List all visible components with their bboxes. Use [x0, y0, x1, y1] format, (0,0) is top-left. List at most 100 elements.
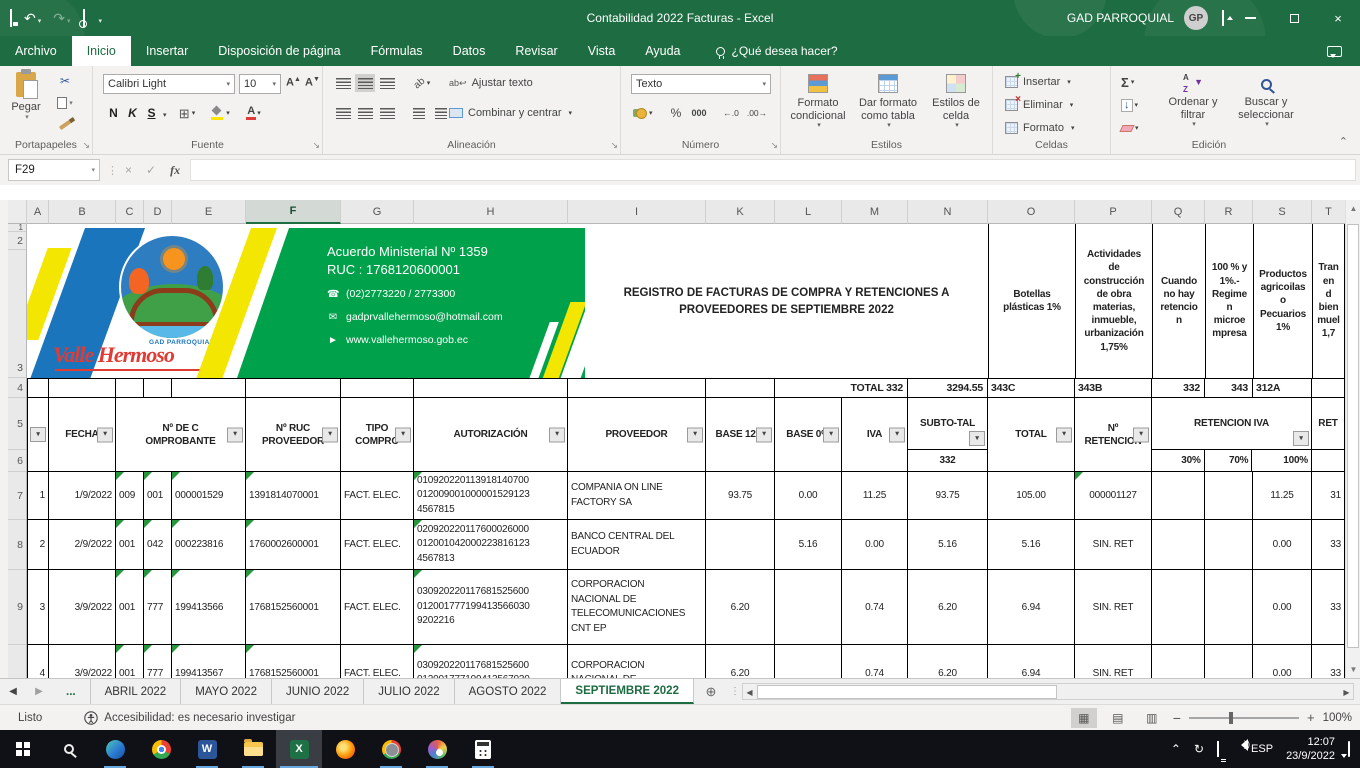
header-proveedor[interactable]: PROVEEDOR [568, 398, 706, 472]
cell-base12[interactable]: 6.20 [706, 645, 775, 678]
close-button[interactable]: × [1316, 0, 1360, 36]
header-num-retencion[interactable]: Nº RETENCION [1075, 398, 1152, 472]
filter-icon[interactable] [227, 427, 243, 442]
tab-disposicion[interactable]: Disposición de página [203, 36, 355, 66]
cancel-icon[interactable]: × [125, 163, 132, 177]
cell-ruc[interactable]: 1391814070001 [246, 472, 341, 520]
decrease-indent-button[interactable] [409, 104, 429, 122]
tab-datos[interactable]: Datos [438, 36, 501, 66]
zoom-slider-thumb[interactable] [1229, 712, 1233, 724]
cell-num-retencion[interactable]: 000001127 [1075, 472, 1152, 520]
network-icon[interactable] [1217, 742, 1219, 756]
cell-iva[interactable]: 0.00 [842, 520, 908, 570]
cell-30[interactable] [1152, 645, 1205, 678]
cell-base0[interactable] [775, 570, 842, 645]
sheet-tab-julio[interactable]: JULIO 2022 [364, 679, 454, 704]
header-base0[interactable]: BASE 0% [775, 398, 842, 472]
header-tipo[interactable]: TIPO COMPRO [341, 398, 414, 472]
cell-num-retencion[interactable]: SIN. RET [1075, 570, 1152, 645]
filter-icon[interactable] [30, 427, 46, 442]
header-70[interactable]: 70% [1205, 450, 1253, 471]
code-cell[interactable]: 312A [1253, 379, 1312, 398]
header-30[interactable]: 30% [1152, 450, 1205, 471]
language-indicator[interactable]: ESP [1251, 743, 1273, 755]
col-header[interactable]: O [988, 200, 1075, 224]
comments-button[interactable] [1327, 36, 1342, 66]
taskbar-file-explorer[interactable] [230, 730, 276, 768]
row-header[interactable]: 9 [8, 570, 26, 645]
collapse-ribbon-icon[interactable]: ⌃ [1339, 135, 1348, 148]
increase-indent-button[interactable] [431, 104, 451, 122]
sheet-tab-septiembre-active[interactable]: SEPTIEMBRE 2022 [561, 679, 694, 704]
cell[interactable]: 042 [144, 520, 172, 570]
autosum-button[interactable]: Σ▾ [1121, 74, 1134, 90]
cell-base0[interactable]: 0.00 [775, 472, 842, 520]
formula-input[interactable] [190, 159, 1356, 181]
row-header[interactable]: 1 [8, 224, 26, 232]
scroll-down-icon[interactable]: ▼ [1346, 661, 1360, 678]
copy-button[interactable]: ▾ [52, 94, 78, 112]
decrease-decimal-button[interactable]: .00→ [745, 104, 769, 122]
cell-70[interactable] [1205, 645, 1253, 678]
cell-100[interactable]: 0.00 [1253, 520, 1312, 570]
header-retencion-iva[interactable]: RETENCION IVA 30% 70% 100% [1152, 398, 1312, 472]
cell[interactable]: 001 [144, 472, 172, 520]
shrink-font-button[interactable]: A▼ [305, 76, 320, 89]
total-amount-cell[interactable]: 3294.55 [908, 379, 988, 398]
restore-button[interactable] [1272, 0, 1316, 36]
note-microempresa[interactable]: 100 % y 1%.- Regime n microe mpresa [1205, 224, 1253, 378]
view-normal-icon[interactable]: ▦ [1071, 708, 1097, 728]
sync-icon[interactable]: ↻ [1194, 742, 1204, 756]
cell[interactable]: 001 [116, 520, 144, 570]
merge-center-button[interactable]: Combinar y centrar▾ [449, 104, 572, 122]
taskbar-paint[interactable] [414, 730, 460, 768]
code-cell[interactable]: 343B [1075, 379, 1152, 398]
cell-total[interactable]: 6.94 [988, 570, 1075, 645]
taskbar-word[interactable]: W [184, 730, 230, 768]
add-sheet-icon[interactable]: ⊕ [694, 679, 728, 704]
cell[interactable] [116, 379, 144, 398]
tab-insertar[interactable]: Insertar [131, 36, 203, 66]
cut-button[interactable]: ✂ [52, 72, 78, 90]
sort-filter-button[interactable]: AZOrdenar y filtrar▾ [1159, 74, 1227, 129]
taskbar-excel-active[interactable]: X [276, 730, 322, 768]
format-cells-button[interactable]: Formato▾ [1005, 120, 1074, 136]
cell-ruc[interactable]: 1768152560001 [246, 645, 341, 678]
avatar[interactable]: GP [1184, 6, 1208, 30]
cell[interactable]: 31 [1312, 472, 1345, 520]
filter-icon[interactable] [687, 427, 703, 442]
increase-decimal-button[interactable]: ←.0 [719, 104, 743, 122]
cell-proveedor[interactable]: COMPANIA ON LINE FACTORY SA [568, 472, 706, 520]
cell-subtotal[interactable]: 5.16 [908, 520, 988, 570]
cell-ruc[interactable]: 1768152560001 [246, 570, 341, 645]
filter-icon[interactable] [1056, 427, 1072, 442]
conditional-formatting-button[interactable]: Formato condicional▾ [785, 74, 851, 130]
cell-total[interactable]: 6.94 [988, 645, 1075, 678]
col-header[interactable]: P [1075, 200, 1152, 224]
start-button[interactable] [0, 730, 46, 768]
select-all-corner[interactable] [8, 200, 27, 224]
cell-styles-button[interactable]: Estilos de celda▾ [925, 74, 987, 130]
filter-icon[interactable] [97, 427, 113, 442]
filter-icon[interactable] [322, 427, 338, 442]
header-comprobante[interactable]: Nº DE C OMPROBANTE [116, 398, 246, 472]
cell-num[interactable]: 4 [27, 645, 49, 678]
cell[interactable] [49, 379, 116, 398]
cell[interactable]: 001 [116, 570, 144, 645]
cell[interactable]: 33 [1312, 645, 1345, 678]
align-middle-button[interactable] [355, 74, 375, 92]
col-header[interactable]: Q [1152, 200, 1205, 224]
cell[interactable] [414, 379, 568, 398]
row-header[interactable]: 5 [8, 398, 26, 450]
header-base12[interactable]: BASE 12% [706, 398, 775, 472]
cell-base0[interactable]: 5.16 [775, 520, 842, 570]
row-header[interactable]: 4 [8, 378, 26, 398]
taskbar-edge[interactable] [92, 730, 138, 768]
col-header[interactable]: B [49, 200, 116, 224]
cell[interactable] [568, 379, 706, 398]
note-botellas[interactable]: Botellas plásticas 1% [988, 224, 1075, 378]
tab-ayuda[interactable]: Ayuda [630, 36, 695, 66]
tab-formulas[interactable]: Fórmulas [356, 36, 438, 66]
note-sin-retencion[interactable]: Cuando no hay retencio n [1152, 224, 1205, 378]
cell-base12[interactable]: 93.75 [706, 472, 775, 520]
